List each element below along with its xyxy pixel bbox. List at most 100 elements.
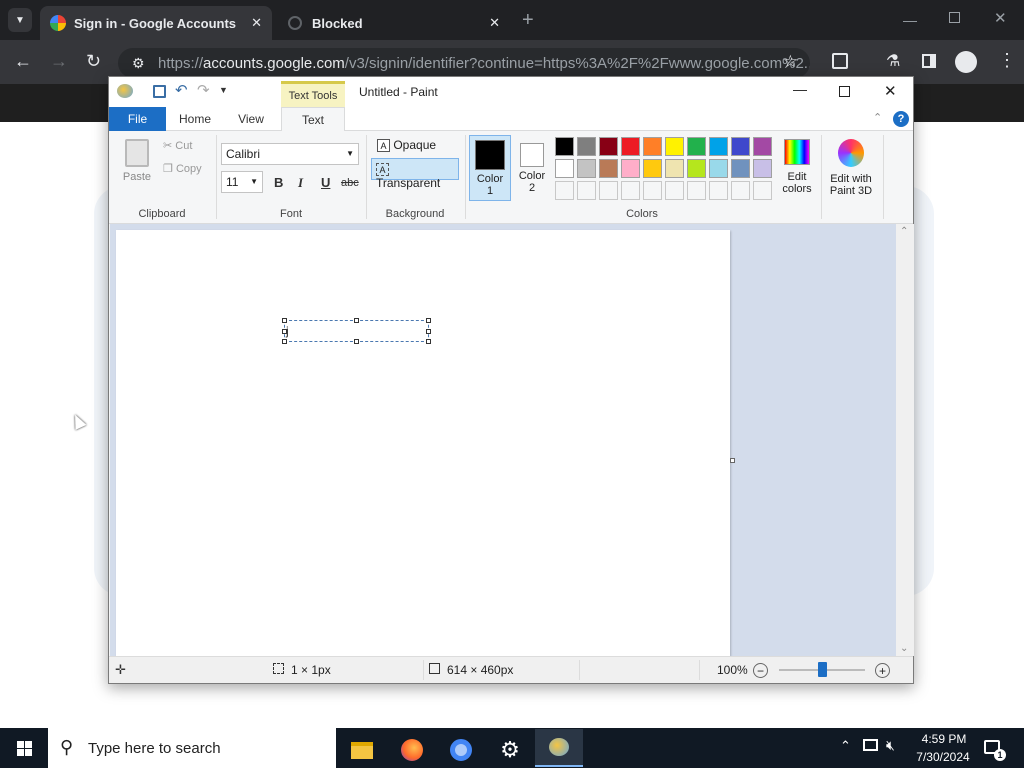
custom-color-swatch[interactable] <box>731 181 750 200</box>
palette-swatch[interactable] <box>555 137 574 156</box>
resize-handle[interactable] <box>354 318 359 323</box>
palette-swatch[interactable] <box>687 159 706 178</box>
resize-handle[interactable] <box>426 329 431 334</box>
color2-button[interactable]: Color 2 <box>513 135 551 201</box>
menu-icon[interactable]: ⋮ <box>998 50 1016 71</box>
zoom-slider-thumb[interactable] <box>818 662 827 677</box>
palette-swatch[interactable] <box>621 159 640 178</box>
font-family-select[interactable]: Calibri ▼ <box>221 143 359 165</box>
save-icon[interactable] <box>153 85 166 98</box>
settings-icon[interactable]: ⚙ <box>488 734 532 766</box>
zoom-out-icon[interactable]: − <box>753 663 768 678</box>
resize-handle[interactable] <box>426 318 431 323</box>
extensions-icon[interactable] <box>832 53 848 69</box>
help-icon[interactable]: ? <box>893 111 909 127</box>
palette-swatch[interactable] <box>599 159 618 178</box>
custom-color-swatch[interactable] <box>577 181 596 200</box>
resize-handle[interactable] <box>426 339 431 344</box>
minimize-icon[interactable]: — <box>793 81 807 97</box>
custom-color-swatch[interactable] <box>687 181 706 200</box>
clock-date[interactable]: 7/30/2024 <box>912 750 974 764</box>
palette-swatch[interactable] <box>643 137 662 156</box>
undo-icon[interactable]: ↶ <box>175 81 188 99</box>
palette-swatch[interactable] <box>731 137 750 156</box>
scroll-up-icon[interactable]: ⌃ <box>900 226 908 237</box>
color1-button[interactable]: Color 1 <box>469 135 511 201</box>
close-window-icon[interactable]: ✕ <box>994 9 1007 27</box>
close-window-icon[interactable]: ✕ <box>884 82 897 100</box>
close-tab-icon[interactable]: ✕ <box>489 15 500 31</box>
new-tab-button[interactable]: + <box>522 9 534 32</box>
palette-swatch[interactable] <box>555 159 574 178</box>
palette-swatch[interactable] <box>709 159 728 178</box>
tab-search-button[interactable]: ▼ <box>8 8 32 32</box>
custom-color-swatch[interactable] <box>665 181 684 200</box>
canvas-resize-handle[interactable] <box>730 458 735 463</box>
palette-swatch[interactable] <box>753 137 772 156</box>
labs-icon[interactable]: ⚗ <box>886 51 900 71</box>
taskbar-search-box[interactable]: ⚲ Type here to search <box>48 728 336 768</box>
transparent-button[interactable]: A Transparent <box>371 158 459 190</box>
palette-swatch[interactable] <box>753 159 772 178</box>
resize-handle[interactable] <box>282 329 287 334</box>
tab-google-accounts[interactable]: Sign in - Google Accounts ✕ <box>40 6 272 40</box>
file-explorer-icon[interactable] <box>340 734 384 766</box>
palette-swatch[interactable] <box>731 159 750 178</box>
chrome-icon[interactable] <box>439 734 483 766</box>
opaque-button[interactable]: A Opaque <box>373 136 461 156</box>
tab-blocked[interactable]: Blocked ✕ <box>278 6 510 40</box>
drawing-canvas[interactable]: j <box>116 230 730 656</box>
palette-swatch[interactable] <box>621 137 640 156</box>
minimize-icon[interactable]: — <box>903 12 917 28</box>
tab-view[interactable]: View <box>225 107 277 131</box>
back-icon[interactable]: ← <box>14 51 32 72</box>
italic-button[interactable]: I <box>298 175 303 191</box>
custom-color-swatch[interactable] <box>709 181 728 200</box>
scroll-down-icon[interactable]: ⌄ <box>900 643 908 654</box>
show-hidden-icons[interactable]: ⌃ <box>840 738 851 754</box>
close-tab-icon[interactable]: ✕ <box>251 15 262 31</box>
palette-swatch[interactable] <box>599 137 618 156</box>
copy-button[interactable]: ❐ Copy <box>163 162 202 175</box>
profile-icon[interactable] <box>955 51 977 73</box>
font-size-select[interactable]: 11 ▼ <box>221 171 263 193</box>
palette-swatch[interactable] <box>665 137 684 156</box>
strikethrough-button[interactable]: abc <box>341 177 359 189</box>
maximize-icon[interactable] <box>839 86 850 97</box>
custom-color-swatch[interactable] <box>555 181 574 200</box>
resize-handle[interactable] <box>282 339 287 344</box>
address-bar[interactable]: ⚙ https://accounts.google.com/v3/signin/… <box>118 48 810 78</box>
custom-color-swatch[interactable] <box>753 181 772 200</box>
edit-colors-button[interactable]: Edit colors <box>775 135 819 201</box>
network-icon[interactable] <box>863 739 878 751</box>
volume-muted-icon[interactable]: 🔇︎ <box>886 737 895 754</box>
zoom-in-icon[interactable]: + <box>875 663 890 678</box>
resize-handle[interactable] <box>282 318 287 323</box>
palette-swatch[interactable] <box>577 137 596 156</box>
clock-time[interactable]: 4:59 PM <box>918 732 970 746</box>
paste-button[interactable]: Paste <box>117 135 157 191</box>
site-info-icon[interactable]: ⚙ <box>132 55 145 72</box>
custom-color-swatch[interactable] <box>621 181 640 200</box>
palette-swatch[interactable] <box>643 159 662 178</box>
palette-swatch[interactable] <box>687 137 706 156</box>
start-button[interactable] <box>0 728 48 768</box>
palette-swatch[interactable] <box>665 159 684 178</box>
customize-qat-icon[interactable]: ▼ <box>219 85 228 95</box>
underline-button[interactable]: U <box>321 175 330 190</box>
collapse-ribbon-icon[interactable]: ⌃ <box>873 111 882 124</box>
vertical-scrollbar[interactable]: ⌃ ⌄ <box>896 224 914 656</box>
bookmark-star-icon[interactable]: ☆ <box>783 52 798 72</box>
zoom-slider[interactable] <box>779 662 865 677</box>
sidepanel-icon[interactable] <box>922 54 936 68</box>
tab-home[interactable]: Home <box>169 107 221 131</box>
edit-with-paint3d-button[interactable]: Edit with Paint 3D <box>823 135 879 201</box>
palette-swatch[interactable] <box>709 137 728 156</box>
cut-button[interactable]: ✂ Cut <box>163 139 192 152</box>
bold-button[interactable]: B <box>274 175 283 190</box>
redo-icon[interactable]: ↷ <box>197 81 210 99</box>
paint-taskbar-icon[interactable] <box>535 729 583 767</box>
text-box[interactable]: j <box>282 318 431 344</box>
forward-icon[interactable]: → <box>50 51 68 72</box>
reload-icon[interactable]: ↻ <box>86 51 101 72</box>
